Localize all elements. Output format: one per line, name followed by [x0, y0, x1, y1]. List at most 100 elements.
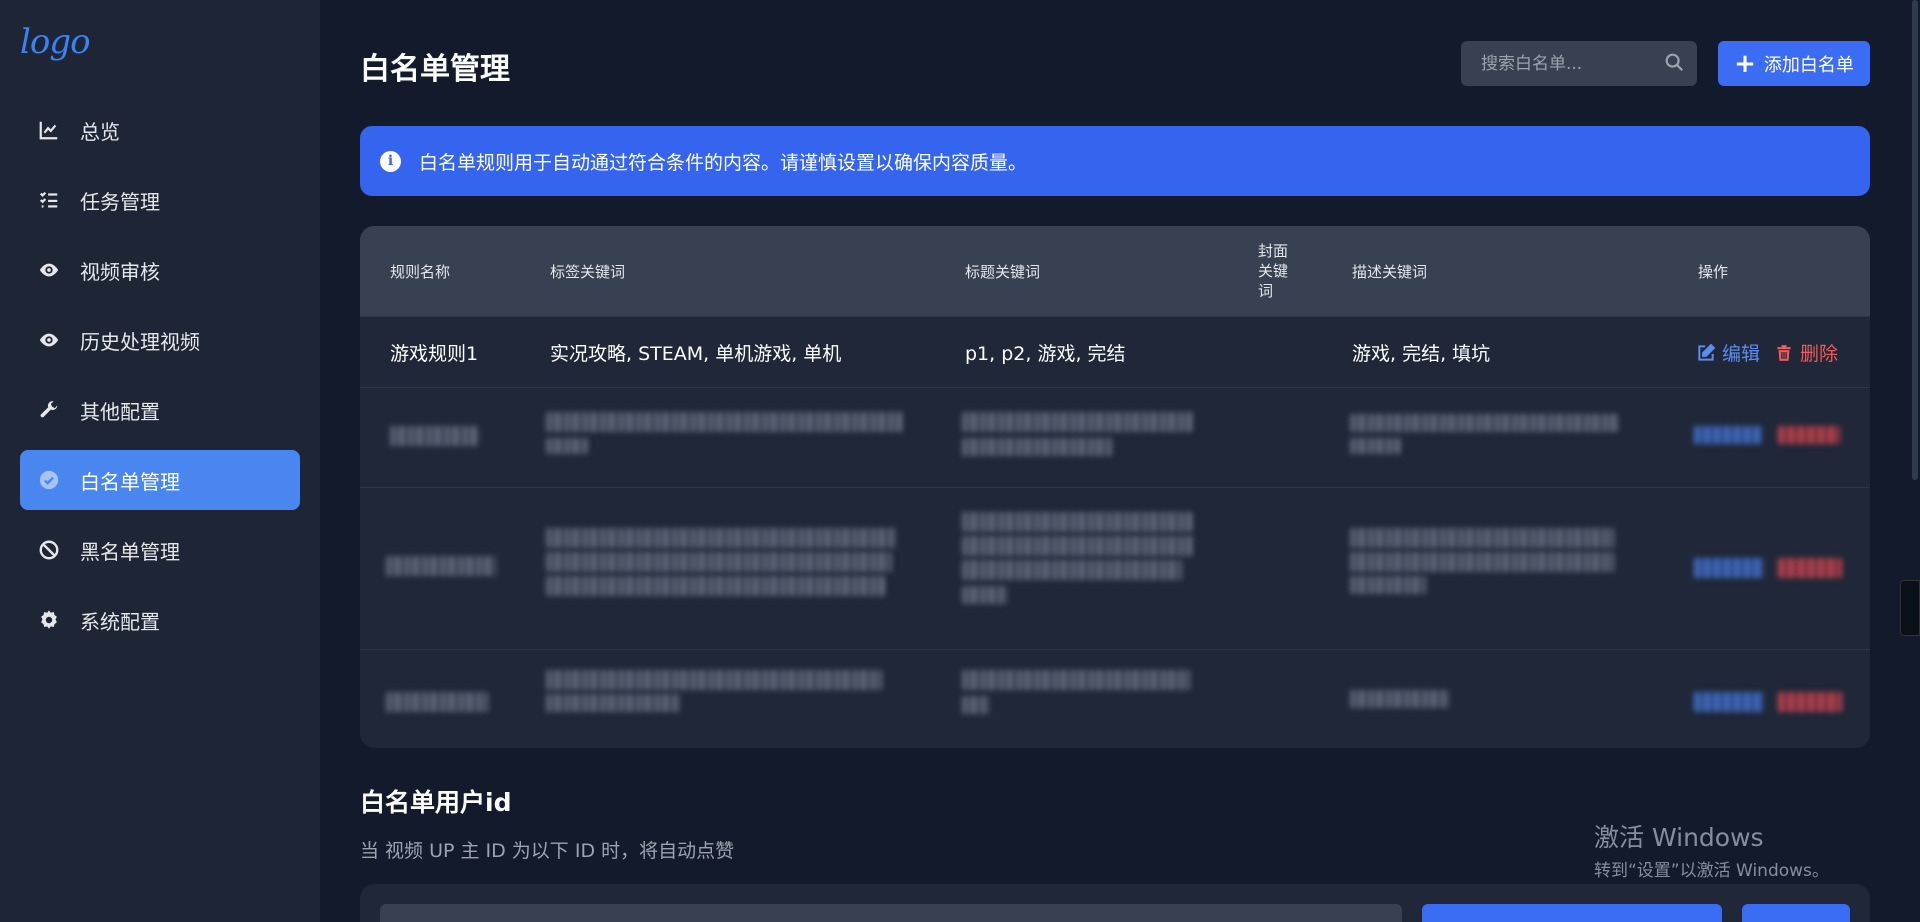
blurred-content — [962, 560, 1182, 580]
sidebar-item-label: 视频审核 — [80, 259, 160, 284]
th-cover-keywords-label: 封面关键词 — [1258, 242, 1289, 300]
sidebar-item-label: 黑名单管理 — [80, 539, 180, 564]
sidebar-item-label: 系统配置 — [80, 609, 160, 634]
wrench-icon — [34, 399, 64, 421]
page-title: 白名单管理 — [360, 52, 510, 87]
sidebar-item-tasks[interactable]: 任务管理 — [20, 170, 300, 230]
blurred-content — [1350, 690, 1450, 708]
delete-button[interactable] — [1778, 426, 1840, 444]
plus-icon: + — [1734, 48, 1756, 79]
search-input[interactable] — [1481, 53, 1663, 74]
eye-icon — [34, 259, 64, 281]
sidebar-item-blacklist[interactable]: 黑名单管理 — [20, 520, 300, 580]
blurred-content — [962, 586, 1008, 604]
sidebar-item-label: 总览 — [80, 119, 120, 144]
th-cover-keywords: 封面关键词 — [1258, 226, 1298, 316]
table-row — [360, 649, 1870, 748]
user-id-action-button[interactable] — [1422, 904, 1722, 922]
sidebar-item-other-config[interactable]: 其他配置 — [20, 380, 300, 440]
user-id-input[interactable] — [380, 904, 1402, 922]
sidebar-item-label: 历史处理视频 — [80, 329, 200, 354]
blurred-content — [546, 528, 896, 548]
blurred-content — [546, 694, 680, 712]
sidebar-item-label: 任务管理 — [80, 189, 160, 214]
main-content: 白名单管理 + 添加白名单 i 白名单规则用于自动通过符合条件的内容。请谨慎设置… — [360, 0, 1870, 922]
info-banner-text: 白名单规则用于自动通过符合条件的内容。请谨慎设置以确保内容质量。 — [419, 151, 1028, 174]
blurred-content — [962, 696, 990, 714]
search-icon[interactable] — [1663, 51, 1685, 77]
blurred-content — [546, 438, 588, 454]
blurred-content — [390, 426, 480, 446]
user-section-title: 白名单用户id — [360, 788, 512, 817]
delete-button[interactable] — [1778, 558, 1842, 578]
blurred-content — [386, 556, 496, 576]
blurred-content — [962, 438, 1112, 456]
add-whitelist-button[interactable]: + 添加白名单 — [1718, 41, 1870, 86]
sidebar-item-video-review[interactable]: 视频审核 — [20, 240, 300, 300]
th-tag-keywords: 标签关键词 — [550, 262, 626, 281]
windows-activation-watermark: 激活 Windows 转到“设置”以激活 Windows。 — [1594, 818, 1829, 881]
blurred-content — [1350, 528, 1614, 548]
table-row — [360, 387, 1870, 487]
table-row — [360, 487, 1870, 649]
ban-icon — [34, 539, 64, 561]
blurred-content — [1350, 438, 1400, 454]
user-section-description: 当 视频 UP 主 ID 为以下 ID 时，将自动点赞 — [360, 840, 735, 862]
blurred-content — [546, 576, 886, 596]
table-row: 游戏规则1 实况攻略, STEAM, 单机游戏, 单机 p1, p2, 游戏, … — [360, 316, 1870, 387]
search-box[interactable] — [1461, 41, 1697, 86]
edit-button[interactable] — [1694, 558, 1764, 578]
blurred-content — [386, 692, 488, 712]
user-id-add-button[interactable] — [1742, 904, 1850, 922]
page-scrollbar[interactable] — [1910, 0, 1920, 922]
edit-button[interactable]: 编辑 — [1696, 339, 1760, 366]
sidebar-item-overview[interactable]: 总览 — [20, 100, 300, 160]
th-rule-name: 规则名称 — [390, 262, 451, 281]
add-whitelist-label: 添加白名单 — [1763, 54, 1854, 76]
delete-label: 删除 — [1800, 343, 1839, 365]
edit-button[interactable] — [1694, 692, 1764, 712]
cell-actions: 编辑 删除 — [1696, 317, 1838, 388]
th-title-keywords: 标题关键词 — [965, 262, 1041, 281]
check-circle-icon — [34, 469, 64, 491]
edit-icon — [1698, 343, 1716, 361]
side-handle[interactable] — [1900, 580, 1920, 636]
delete-button[interactable] — [1778, 692, 1842, 712]
table-header: 规则名称 标签关键词 标题关键词 封面关键词 描述关键词 操作 — [360, 226, 1870, 316]
sidebar-item-label: 白名单管理 — [80, 469, 180, 494]
scrollbar-thumb[interactable] — [1912, 0, 1918, 480]
delete-button[interactable]: 删除 — [1774, 339, 1838, 366]
sidebar-nav: 总览 任务管理 视频审核 历史处理视频 其他配置 白名单管理 黑名单管理 系统配… — [20, 100, 300, 660]
sidebar-item-whitelist[interactable]: 白名单管理 — [20, 450, 300, 510]
cell-title-keywords: p1, p2, 游戏, 完结 — [965, 343, 1126, 365]
task-list-icon — [34, 189, 64, 211]
cell-tag-keywords: 实况攻略, STEAM, 单机游戏, 单机 — [550, 343, 842, 365]
watermark-line2: 转到“设置”以激活 Windows。 — [1594, 861, 1829, 881]
th-desc-keywords: 描述关键词 — [1352, 262, 1428, 281]
cell-desc-keywords: 游戏, 完结, 填坑 — [1352, 343, 1491, 365]
edit-button[interactable] — [1694, 426, 1762, 444]
blurred-content — [1350, 552, 1614, 572]
user-id-card — [360, 884, 1870, 922]
info-banner: i 白名单规则用于自动通过符合条件的内容。请谨慎设置以确保内容质量。 — [360, 126, 1870, 196]
blurred-content — [546, 552, 892, 572]
blurred-content — [962, 412, 1192, 432]
sidebar-item-history[interactable]: 历史处理视频 — [20, 310, 300, 370]
whitelist-rules-table: 规则名称 标签关键词 标题关键词 封面关键词 描述关键词 操作 游戏规则1 实况… — [360, 226, 1870, 748]
blurred-content — [546, 412, 902, 432]
cell-rule-name: 游戏规则1 — [390, 343, 479, 365]
sidebar-item-label: 其他配置 — [80, 399, 160, 424]
gear-icon — [34, 609, 64, 631]
blurred-content — [1350, 576, 1426, 594]
info-icon: i — [380, 150, 401, 172]
blurred-content — [546, 670, 882, 690]
sidebar-item-system-config[interactable]: 系统配置 — [20, 590, 300, 650]
th-actions: 操作 — [1698, 262, 1729, 281]
eye-icon — [34, 329, 64, 351]
logo[interactable]: logo — [20, 22, 91, 62]
blurred-content — [1350, 414, 1620, 432]
blurred-content — [962, 512, 1192, 532]
blurred-content — [962, 536, 1192, 556]
blurred-content — [962, 670, 1190, 690]
edit-label: 编辑 — [1722, 343, 1761, 365]
